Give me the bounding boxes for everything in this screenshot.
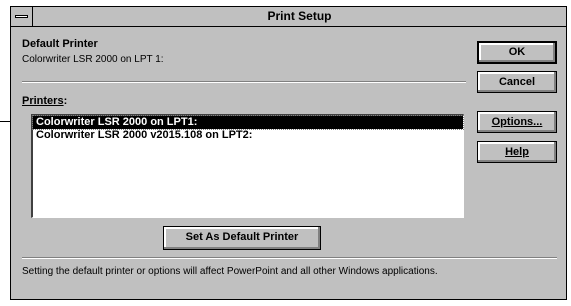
window-title: Print Setup <box>267 9 332 23</box>
separator-top <box>22 81 466 83</box>
system-menu-icon <box>15 15 28 18</box>
ok-button[interactable]: OK <box>477 41 557 64</box>
cancel-button[interactable]: Cancel <box>477 71 557 93</box>
print-setup-dialog: Print Setup Default Printer Colorwriter … <box>10 6 567 300</box>
footer-note: Setting the default printer or options w… <box>22 266 438 277</box>
default-printer-heading: Default Printer <box>22 38 98 50</box>
ok-label: OK <box>508 46 526 58</box>
help-button[interactable]: Help <box>477 141 557 163</box>
system-menu-button[interactable] <box>11 7 33 26</box>
printers-listbox[interactable]: Colorwriter LSR 2000 on LPT1: Colorwrite… <box>31 114 464 218</box>
help-label: Help <box>505 146 529 158</box>
cancel-label: Cancel <box>498 76 536 88</box>
default-printer-value: Colorwriter LSR 2000 on LPT 1: <box>22 54 164 65</box>
options-label: Options... <box>491 116 543 128</box>
separator-bottom <box>22 257 557 259</box>
printer-item-lpt1[interactable]: Colorwriter LSR 2000 on LPT1: <box>32 115 464 130</box>
printers-label-text: Printers <box>22 95 64 107</box>
set-default-printer-button[interactable]: Set As Default Printer <box>163 226 321 250</box>
title-bar: Print Setup <box>11 7 566 27</box>
set-default-printer-label: Set As Default Printer <box>185 231 299 243</box>
printer-item-lpt2[interactable]: Colorwriter LSR 2000 v2015.108 on LPT2: <box>33 129 463 142</box>
printers-label: Printers: <box>22 95 68 107</box>
options-button[interactable]: Options... <box>477 111 557 133</box>
